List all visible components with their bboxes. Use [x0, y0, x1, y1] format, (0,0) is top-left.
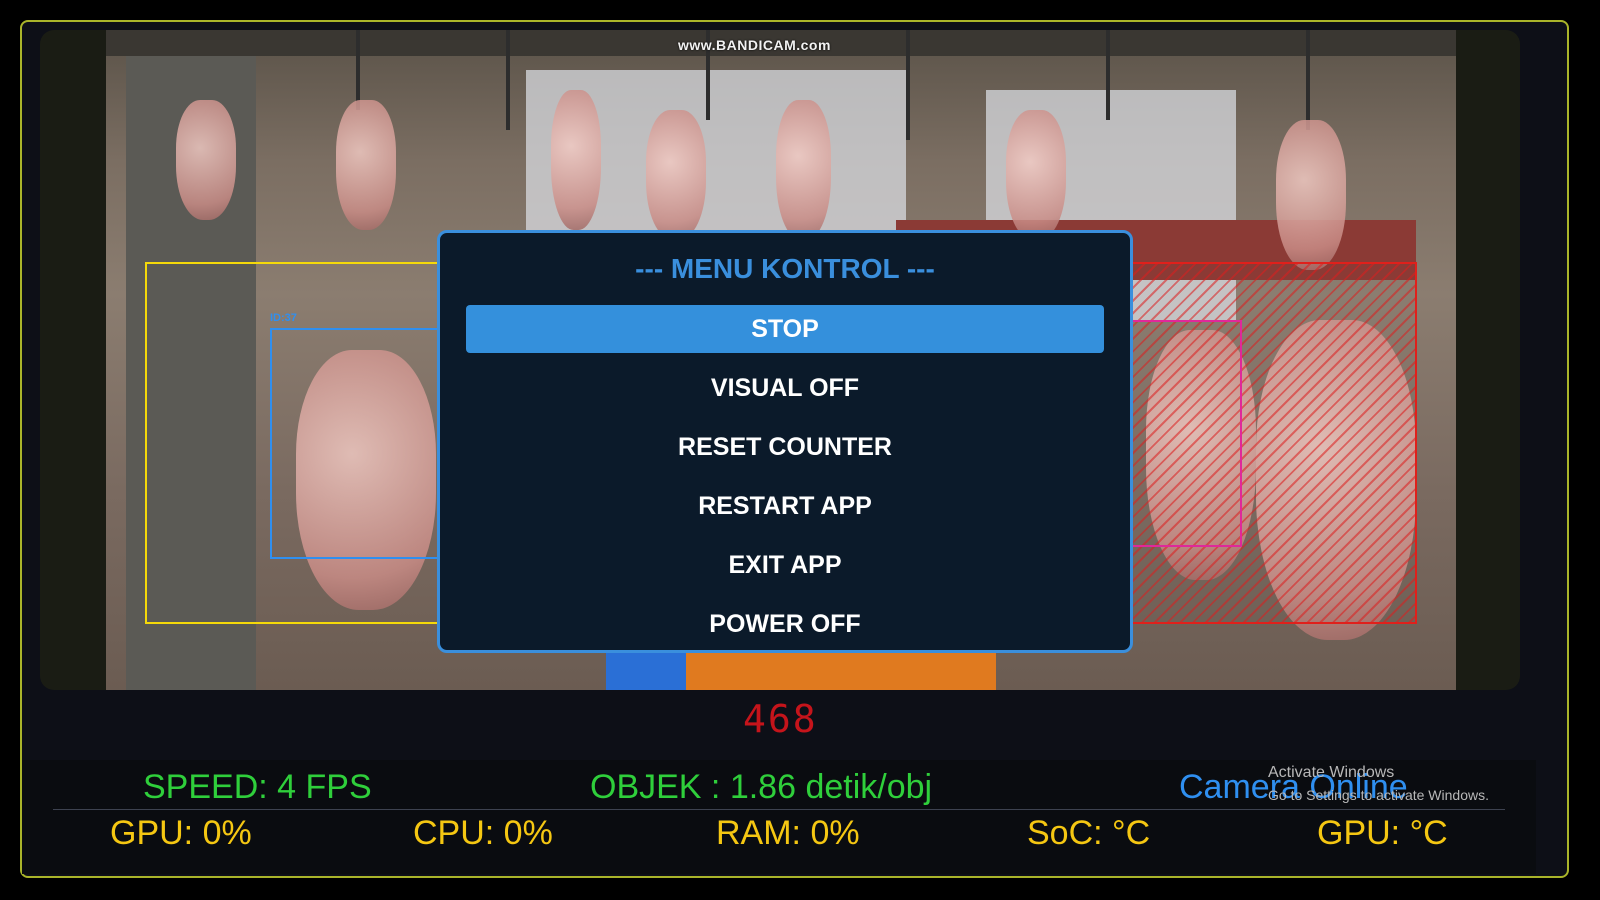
cpu-usage: CPU: 0% — [413, 814, 553, 852]
objek-readout: OBJEK : 1.86 detik/obj — [590, 768, 933, 806]
menu-item-visual-off[interactable]: VISUAL OFF — [466, 364, 1104, 412]
control-menu: --- MENU KONTROL --- STOP VISUAL OFF RES… — [437, 230, 1133, 653]
menu-item-restart-app[interactable]: RESTART APP — [466, 482, 1104, 530]
status-divider — [53, 809, 1505, 810]
menu-item-reset-counter[interactable]: RESET COUNTER — [466, 423, 1104, 471]
recorder-watermark: www.BANDICAM.com — [678, 37, 831, 53]
activate-windows-subtitle: Go to Settings to activate Windows. — [1268, 787, 1489, 803]
hook — [1306, 30, 1310, 130]
hook — [506, 30, 510, 130]
carcass — [776, 100, 831, 240]
speed-readout: SPEED: 4 FPS — [143, 768, 372, 806]
gpu-temperature: GPU: °C — [1317, 814, 1448, 852]
activate-windows-overlay: Activate Windows Go to Settings to activ… — [1268, 762, 1489, 806]
detection-id-label: ID:37 — [270, 312, 297, 324]
menu-item-exit-app[interactable]: EXIT APP — [466, 541, 1104, 589]
soc-temperature: SoC: °C — [1027, 814, 1151, 852]
activate-windows-title: Activate Windows — [1268, 764, 1395, 781]
hook — [906, 30, 910, 140]
menu-item-stop[interactable]: STOP — [466, 305, 1104, 353]
carcass — [1006, 110, 1066, 240]
menu-item-power-off[interactable]: POWER OFF — [466, 600, 1104, 648]
gpu-usage: GPU: 0% — [110, 814, 252, 852]
detection-box-blue — [270, 328, 460, 559]
hook — [1106, 30, 1110, 120]
carcass — [176, 100, 236, 220]
carcass — [1276, 120, 1346, 270]
carcass — [646, 110, 706, 240]
ram-usage: RAM: 0% — [716, 814, 860, 852]
carcass — [551, 90, 601, 230]
hook — [356, 30, 360, 110]
detection-box-magenta — [1120, 320, 1242, 547]
menu-title: --- MENU KONTROL --- — [635, 253, 935, 284]
blue-object — [606, 650, 696, 690]
object-counter: 468 — [743, 697, 818, 741]
carcass — [336, 100, 396, 230]
